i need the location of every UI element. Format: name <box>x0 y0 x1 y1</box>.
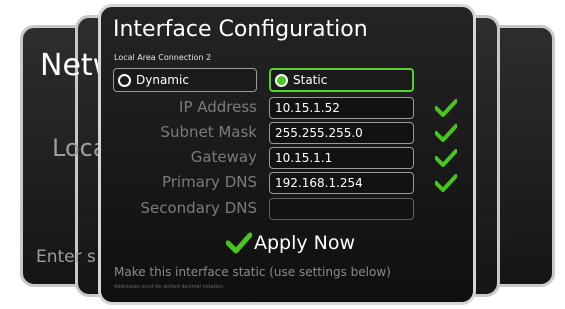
ip-address-field[interactable]: 10.15.1.52 <box>269 97 414 119</box>
radio-unselected-icon <box>118 73 131 87</box>
connection-name: Local Area Connection 2 <box>114 53 212 62</box>
subnet-mask-valid-check-icon <box>435 124 457 142</box>
static-mode-label: Static <box>293 73 328 87</box>
gateway-label: Gateway <box>190 148 257 166</box>
gateway-valid-check-icon <box>435 149 457 167</box>
panel-title: Interface Configuration <box>113 17 368 42</box>
ip-address-label: IP Address <box>179 98 257 116</box>
subnet-mask-label: Subnet Mask <box>160 123 257 141</box>
static-mode-button[interactable]: Static <box>269 68 414 92</box>
address-format-hint: Addresses must be dotted decimal notatio… <box>114 284 225 290</box>
background-card-footer: Enter s <box>36 247 96 267</box>
apply-now-label: Apply Now <box>254 232 356 254</box>
dynamic-mode-label: Dynamic <box>136 73 189 87</box>
primary-dns-label: Primary DNS <box>161 173 257 191</box>
primary-dns-field[interactable]: 192.168.1.254 <box>269 172 414 194</box>
radio-selected-icon <box>275 73 288 87</box>
apply-check-icon <box>226 232 252 254</box>
secondary-dns-field[interactable] <box>269 198 414 220</box>
gateway-field[interactable]: 10.15.1.1 <box>269 147 414 169</box>
subnet-mask-field[interactable]: 255.255.255.0 <box>269 122 414 144</box>
primary-dns-valid-check-icon <box>435 174 457 192</box>
secondary-dns-label: Secondary DNS <box>140 199 258 217</box>
static-mode-hint: Make this interface static (use settings… <box>114 265 391 279</box>
dynamic-mode-button[interactable]: Dynamic <box>113 68 257 92</box>
ip-address-valid-check-icon <box>435 99 457 117</box>
apply-now-button[interactable]: Apply Now <box>226 230 355 256</box>
